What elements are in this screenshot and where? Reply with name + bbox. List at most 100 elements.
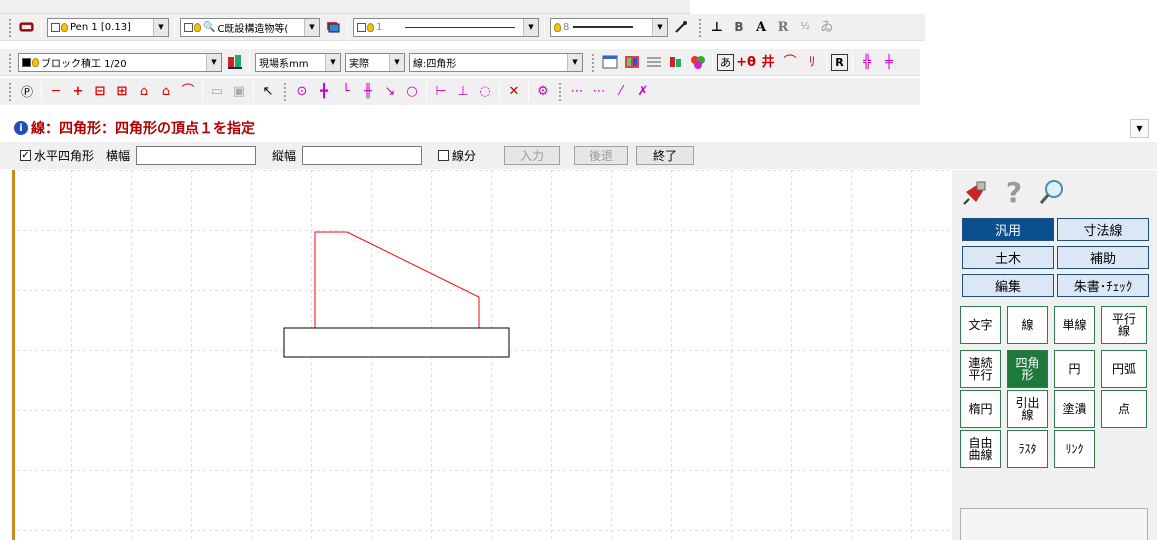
- option-bar: ✓ 水平四角形 横幅 縦幅 線分 入力 後退 終了: [0, 142, 1157, 169]
- box-gray-icon[interactable]: ▭: [207, 82, 227, 102]
- measure-icon[interactable]: ⋯: [567, 82, 587, 102]
- drawing-canvas[interactable]: [12, 170, 952, 540]
- cmd-single-line[interactable]: 単線: [1054, 306, 1095, 344]
- category-auxiliary[interactable]: 補助: [1057, 246, 1149, 269]
- table-icon[interactable]: 井: [758, 52, 778, 72]
- unit-combo[interactable]: 現場系mm ▼: [255, 52, 341, 72]
- rect-split-icon[interactable]: ⊟: [90, 82, 110, 102]
- toolbar-grip[interactable]: [591, 52, 595, 72]
- hatch-icon[interactable]: [644, 52, 664, 72]
- category-redline[interactable]: 朱書･ﾁｪｯｸ: [1057, 274, 1149, 297]
- pushpin-icon[interactable]: [962, 178, 990, 206]
- width-input[interactable]: [136, 146, 257, 165]
- text-icon[interactable]: ⊥: [707, 17, 727, 37]
- box-gray-alt-icon[interactable]: ▣: [229, 82, 249, 102]
- zoom-icon[interactable]: [1038, 178, 1066, 206]
- chevron-down-icon: ▼: [206, 53, 221, 71]
- reference-icon[interactable]: R: [831, 53, 848, 71]
- mark-icon[interactable]: ﾘ: [802, 52, 822, 72]
- cmd-continuous-parallel[interactable]: 連続 平行: [960, 350, 1001, 388]
- toolbar-grip[interactable]: [8, 52, 12, 72]
- table-insert-icon[interactable]: ╪: [879, 52, 899, 72]
- text-frame-icon[interactable]: あ: [717, 53, 734, 71]
- cmd-point[interactable]: 点: [1101, 390, 1147, 428]
- rect-branch-icon[interactable]: ⊞: [112, 82, 132, 102]
- category-general[interactable]: 汎用: [962, 218, 1054, 241]
- font-icon[interactable]: A: [751, 17, 771, 37]
- arc-icon[interactable]: ⌒: [178, 82, 198, 102]
- text-add-icon[interactable]: +θ: [736, 52, 756, 72]
- toolbar-grip[interactable]: [8, 17, 12, 37]
- snap-cross-icon[interactable]: ╋: [314, 82, 334, 102]
- toolbar-grip[interactable]: [8, 82, 12, 101]
- layer-color-icon[interactable]: [666, 52, 686, 72]
- eyedropper-icon[interactable]: [671, 17, 691, 37]
- measure-alt-icon[interactable]: ⋯: [589, 82, 609, 102]
- layer-icon[interactable]: [323, 17, 343, 37]
- cmd-circle[interactable]: 円: [1054, 350, 1095, 388]
- text-style-icon[interactable]: ゐ: [817, 17, 837, 37]
- grid-icon[interactable]: [622, 52, 642, 72]
- color-icon[interactable]: [688, 52, 708, 72]
- input-button[interactable]: 入力: [504, 146, 561, 165]
- cursor-icon[interactable]: ↖: [258, 82, 278, 102]
- toolbar-grip[interactable]: [698, 17, 702, 37]
- snap-circle-icon[interactable]: ⊙: [292, 82, 312, 102]
- toolbar-grip[interactable]: [283, 82, 287, 101]
- category-dimension[interactable]: 寸法線: [1057, 218, 1149, 241]
- cmd-link[interactable]: ﾘﾝｸ: [1054, 430, 1095, 468]
- snap-point-icon[interactable]: ↘: [380, 82, 400, 102]
- cmd-rectangle[interactable]: 四角 形: [1007, 350, 1048, 388]
- height-input[interactable]: [302, 146, 423, 165]
- category-civil[interactable]: 土木: [962, 246, 1054, 269]
- snap-end-icon[interactable]: ⊢: [431, 82, 451, 102]
- snap-settings-icon[interactable]: ⚙: [533, 82, 553, 102]
- command-combo[interactable]: 線:四角形 ▼: [409, 52, 583, 72]
- layer-manager-icon[interactable]: [225, 52, 245, 72]
- text-size-icon[interactable]: B: [729, 17, 749, 37]
- category-edit[interactable]: 編集: [962, 274, 1054, 297]
- cmd-ellipse[interactable]: 楕円: [960, 390, 1001, 428]
- cmd-arc[interactable]: 円弧: [1101, 350, 1147, 388]
- finish-button[interactable]: 終了: [636, 146, 695, 165]
- linewidth-combo[interactable]: 8 ▼: [550, 17, 668, 37]
- cmd-leader-line[interactable]: 引出 線: [1007, 390, 1048, 428]
- help-icon[interactable]: ?: [1000, 176, 1028, 209]
- curve-icon[interactable]: ⌒: [780, 52, 800, 72]
- house-alt-icon[interactable]: ⌂: [156, 82, 176, 102]
- cmd-raster[interactable]: ﾗｽﾀ: [1007, 430, 1048, 468]
- linetype-combo[interactable]: 1 ▼: [353, 17, 539, 37]
- linetype-combo-value: 1: [376, 21, 383, 33]
- house-icon[interactable]: ⌂: [134, 82, 154, 102]
- snap-circle-alt-icon[interactable]: ◌: [475, 82, 495, 102]
- segment-checkbox[interactable]: [438, 150, 450, 161]
- insert-icon[interactable]: ╬: [857, 52, 877, 72]
- horizontal-rect-checkbox[interactable]: ✓: [20, 150, 31, 161]
- chevron-down-icon[interactable]: ▼: [1130, 119, 1149, 138]
- snap-off-icon[interactable]: ✕: [504, 82, 524, 102]
- scale-combo[interactable]: 実際 ▼: [345, 52, 405, 72]
- measure-line-icon[interactable]: ⁄: [611, 82, 631, 102]
- font-gray-icon[interactable]: R: [773, 17, 793, 37]
- cmd-freehand-curve[interactable]: 自由 曲線: [960, 430, 1001, 468]
- measure-clear-icon[interactable]: ✗: [633, 82, 653, 102]
- snap-grid-icon[interactable]: ╫: [358, 82, 378, 102]
- print-icon[interactable]: Ⓟ: [17, 82, 37, 102]
- pen-combo[interactable]: Pen 1 [0.13] ▼: [47, 17, 169, 37]
- back-button[interactable]: 後退: [574, 146, 629, 165]
- line-h-icon[interactable]: ─: [46, 82, 66, 102]
- cmd-fill[interactable]: 塗潰: [1054, 390, 1095, 428]
- style-combo[interactable]: ブロック積工 1/20 ▼: [18, 52, 222, 72]
- cmd-text[interactable]: 文字: [960, 306, 1001, 344]
- snap-mid-icon[interactable]: ⊥: [453, 82, 473, 102]
- line-cross-icon[interactable]: +: [68, 82, 88, 102]
- snap-corner-icon[interactable]: └: [336, 82, 356, 102]
- eraser-icon[interactable]: [17, 17, 37, 37]
- layer-combo[interactable]: 🔍 C既設構造物等( ▼: [180, 17, 320, 37]
- toolbar-grip[interactable]: [558, 82, 562, 101]
- cmd-line[interactable]: 線: [1007, 306, 1048, 344]
- window-icon[interactable]: [600, 52, 620, 72]
- cmd-parallel-line[interactable]: 平行 線: [1101, 306, 1147, 344]
- fraction-icon[interactable]: ½: [795, 17, 815, 37]
- snap-center-icon[interactable]: ○: [402, 82, 422, 102]
